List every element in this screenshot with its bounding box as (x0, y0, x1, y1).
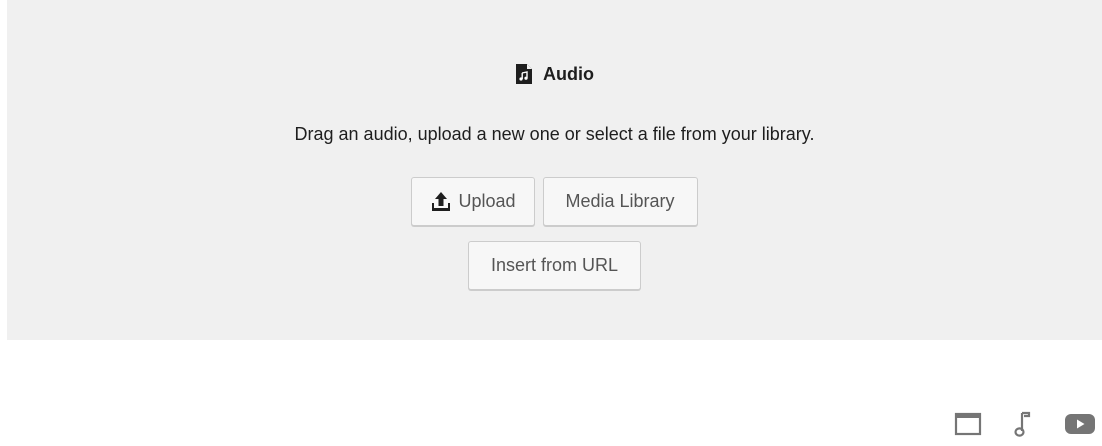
placeholder-instructions: Drag an audio, upload a new one or selec… (294, 124, 815, 144)
placeholder-header: Audio (7, 60, 1102, 88)
upload-button-label: Upload (458, 191, 516, 211)
media-library-button[interactable]: Media Library (542, 177, 698, 226)
upload-icon (432, 191, 451, 211)
window-icon (954, 412, 982, 436)
placeholder-title: Audio (543, 63, 594, 84)
embed-type-toolbar (950, 404, 1102, 444)
music-tool[interactable] (1006, 406, 1042, 442)
audio-placeholder: Audio Drag an audio, upload a new one or… (7, 0, 1102, 340)
media-library-button-label: Media Library (565, 191, 675, 211)
window-tool[interactable] (950, 406, 986, 442)
video-play-icon (1065, 414, 1095, 434)
audio-file-icon (516, 64, 532, 84)
video-tool[interactable] (1062, 406, 1098, 442)
music-note-icon (1014, 411, 1031, 437)
insert-from-url-button[interactable]: Insert from URL (467, 241, 642, 290)
insert-from-url-button-label: Insert from URL (490, 255, 619, 275)
button-row-primary: Upload Media Library (7, 177, 1102, 226)
button-row-secondary: Insert from URL (7, 241, 1102, 290)
upload-button[interactable]: Upload (411, 177, 535, 226)
